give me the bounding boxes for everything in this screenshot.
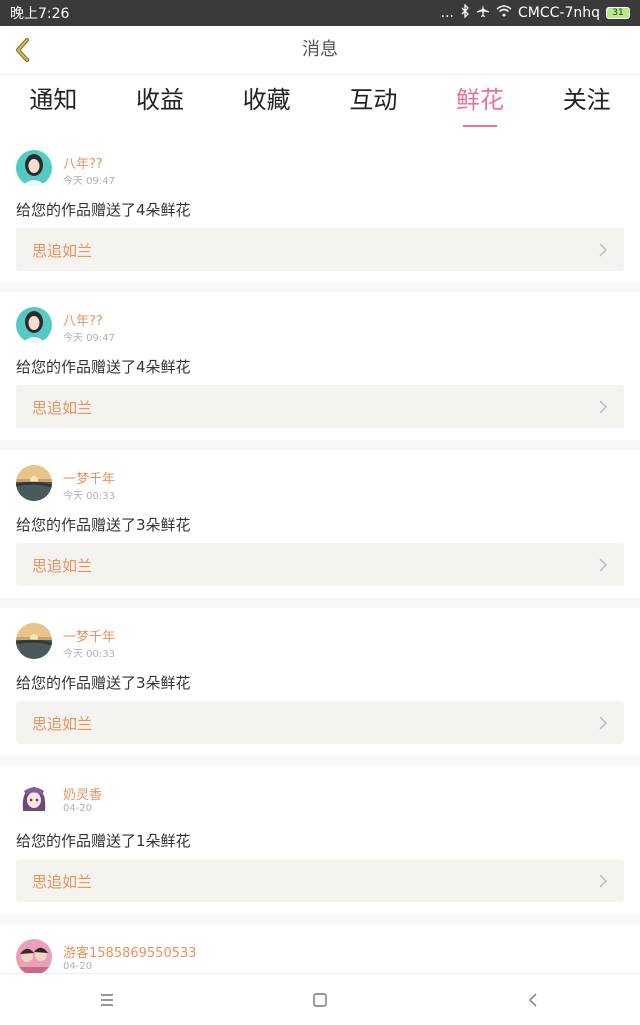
tab-earnings[interactable]: 收益	[107, 75, 214, 135]
back-button[interactable]	[8, 36, 36, 64]
signal-dots-icon: ...	[440, 5, 454, 21]
timestamp: 今天 00:33	[63, 649, 115, 660]
menu-button[interactable]	[87, 980, 127, 1020]
timestamp: 今天 09:47	[63, 333, 115, 344]
work-link[interactable]: 思追如兰	[16, 543, 624, 586]
avatar[interactable]	[16, 307, 52, 343]
status-bar: 晚上7:26 ... CMCC-7nhq 31	[0, 0, 640, 26]
work-title: 思追如兰	[32, 715, 93, 733]
work-link[interactable]: 思追如兰	[16, 859, 624, 902]
chevron-right-icon	[599, 400, 608, 414]
square-home-icon	[313, 992, 327, 1007]
chevron-right-icon	[599, 874, 608, 888]
timestamp: 今天 09:47	[63, 176, 115, 187]
system-nav-bar	[0, 973, 640, 1025]
timestamp: 04-20	[63, 961, 93, 972]
avatar[interactable]	[16, 150, 52, 186]
tab-interactions[interactable]: 互动	[320, 75, 427, 135]
gift-message: 给您的作品赠送了1朵鲜花	[16, 832, 191, 850]
list-item: 八年?? 今天 09:47 给您的作品赠送了4朵鲜花 思追如兰	[0, 135, 640, 282]
list-item: 一梦千年 今天 00:33 给您的作品赠送了3朵鲜花 思追如兰	[0, 450, 640, 598]
avatar[interactable]	[16, 939, 52, 975]
tab-notifications[interactable]: 通知	[0, 75, 107, 135]
status-time: 晚上7:26	[10, 6, 70, 22]
wifi-icon	[496, 5, 512, 21]
page-title: 消息	[302, 39, 338, 60]
work-title: 思追如兰	[32, 873, 93, 891]
status-icons: ... CMCC-7nhq 31	[440, 3, 630, 22]
airplane-icon	[476, 4, 490, 22]
username[interactable]: 八年??	[63, 310, 103, 329]
home-button[interactable]	[300, 980, 340, 1020]
avatar[interactable]	[16, 623, 52, 659]
chevron-right-icon	[599, 558, 608, 572]
avatar[interactable]	[16, 465, 52, 501]
bluetooth-icon	[460, 3, 470, 22]
app-header: 消息	[0, 26, 640, 75]
username[interactable]: 八年??	[63, 153, 103, 172]
timestamp: 今天 00:33	[63, 491, 115, 502]
work-title: 思追如兰	[32, 557, 93, 575]
message-tabs: 通知 收益 收藏 互动 鲜花 关注	[0, 75, 640, 135]
list-item: 奶灵香 04-20 给您的作品赠送了1朵鲜花 思追如兰	[0, 766, 640, 914]
work-link[interactable]: 思追如兰	[16, 228, 624, 271]
work-link[interactable]: 思追如兰	[16, 701, 624, 744]
gift-message: 给您的作品赠送了4朵鲜花	[16, 201, 191, 219]
avatar[interactable]	[16, 781, 52, 817]
carrier-name: CMCC-7nhq	[518, 5, 600, 21]
battery-icon: 31	[606, 7, 630, 19]
flower-feed: 八年?? 今天 09:47 给您的作品赠送了4朵鲜花 思追如兰 八年?? 今天 …	[0, 135, 640, 994]
tab-flowers[interactable]: 鲜花	[427, 75, 534, 135]
tab-favorites[interactable]: 收藏	[213, 75, 320, 135]
battery-level: 31	[612, 8, 624, 18]
back-arrow-icon	[529, 993, 537, 1006]
system-back-button[interactable]	[513, 980, 553, 1020]
username[interactable]: 奶灵香	[63, 784, 102, 803]
chevron-right-icon	[599, 716, 608, 730]
list-item: 一梦千年 今天 00:33 给您的作品赠送了3朵鲜花 思追如兰	[0, 608, 640, 756]
gift-message: 给您的作品赠送了4朵鲜花	[16, 358, 191, 376]
work-link[interactable]: 思追如兰	[16, 385, 624, 428]
gift-message: 给您的作品赠送了3朵鲜花	[16, 516, 191, 534]
work-title: 思追如兰	[32, 242, 93, 260]
gift-message: 给您的作品赠送了3朵鲜花	[16, 674, 191, 692]
username[interactable]: 一梦千年	[63, 468, 115, 487]
menu-icon	[100, 993, 113, 1006]
tab-follows[interactable]: 关注	[533, 75, 640, 135]
chevron-left-icon	[16, 38, 29, 62]
list-item: 八年?? 今天 09:47 给您的作品赠送了4朵鲜花 思追如兰	[0, 292, 640, 440]
username[interactable]: 一梦千年	[63, 626, 115, 645]
username[interactable]: 游客1585869550533	[63, 942, 197, 961]
timestamp: 04-20	[63, 803, 93, 814]
work-title: 思追如兰	[32, 399, 93, 417]
chevron-right-icon	[599, 243, 608, 257]
